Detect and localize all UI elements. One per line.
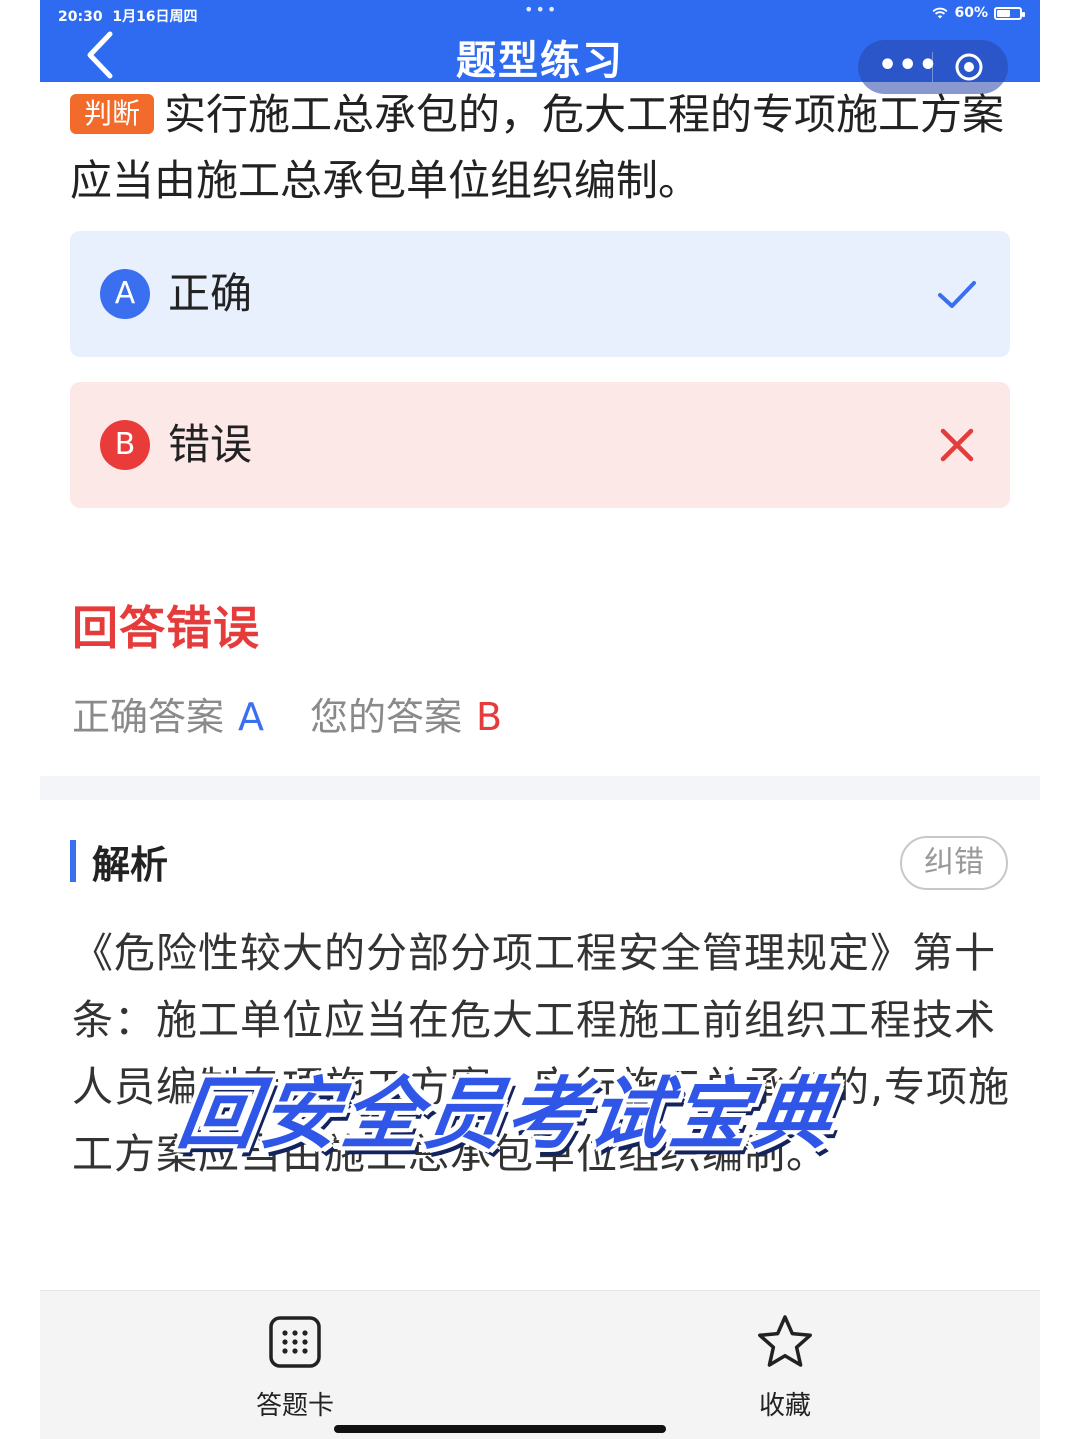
watermark-overlay: 回安全员考试宝典 (172, 1070, 842, 1160)
answer-summary: 正确答案 A 您的答案 B (72, 686, 502, 741)
result-title: 回答错误 (72, 601, 260, 655)
your-answer-label: 您的答案 (310, 695, 463, 739)
favorite-button[interactable]: 收藏 (715, 1313, 855, 1422)
bottom-toolbar: 答题卡 收藏 (40, 1290, 1040, 1439)
option-letter: B (100, 420, 150, 470)
option-letter: A (100, 269, 150, 319)
star-icon (758, 1315, 812, 1367)
option-a[interactable]: A 正确 (70, 231, 1010, 357)
battery-icon (994, 6, 1025, 20)
capsule-divider (932, 52, 933, 82)
battery-percent: 60% (954, 5, 988, 21)
favorite-label: 收藏 (758, 1391, 811, 1421)
status-time: 20:30 1月16日周四 (58, 9, 198, 25)
wifi-icon (933, 7, 948, 19)
correct-answer-label: 正确答案 (72, 695, 225, 739)
correct-answer-value: A (238, 695, 265, 739)
multitask-dots-icon[interactable]: ••• (524, 0, 558, 19)
status-bar: 20:30 1月16日周四 ••• 60% (40, 0, 1040, 25)
your-answer-value: B (476, 695, 503, 739)
option-label: 正确 (168, 269, 253, 318)
check-icon (938, 281, 976, 308)
grid-icon (269, 1316, 321, 1368)
section-divider (40, 776, 1040, 800)
analysis-title: 解析 (92, 843, 169, 887)
option-label: 错误 (168, 420, 253, 469)
question-stem: 判断 实行施工总承包的，危大工程的专项施工方案应当由施工总承包单位组织编制。 (70, 82, 1010, 214)
option-b[interactable]: B 错误 (70, 382, 1010, 508)
battery-level (997, 9, 1011, 17)
app-frame: 20:30 1月16日周四 ••• 60% 题型练习 ••• 判断 实行施工总承包… (40, 0, 1040, 1439)
close-target-icon[interactable] (954, 52, 984, 82)
answer-card-label: 答题卡 (255, 1391, 334, 1421)
more-dots-icon[interactable]: ••• (878, 48, 939, 83)
home-indicator[interactable] (334, 1425, 666, 1433)
report-error-button[interactable]: 纠错 (900, 836, 1008, 890)
answer-card-button[interactable]: 答题卡 (225, 1313, 365, 1422)
top-header: 20:30 1月16日周四 ••• 60% 题型练习 ••• (40, 0, 1040, 94)
question-text: 实行施工总承包的，危大工程的专项施工方案应当由施工总承包单位组织编制。 (70, 90, 1005, 205)
section-accent-bar (70, 840, 76, 882)
cross-icon (940, 428, 974, 462)
question-type-tag: 判断 (70, 94, 155, 134)
